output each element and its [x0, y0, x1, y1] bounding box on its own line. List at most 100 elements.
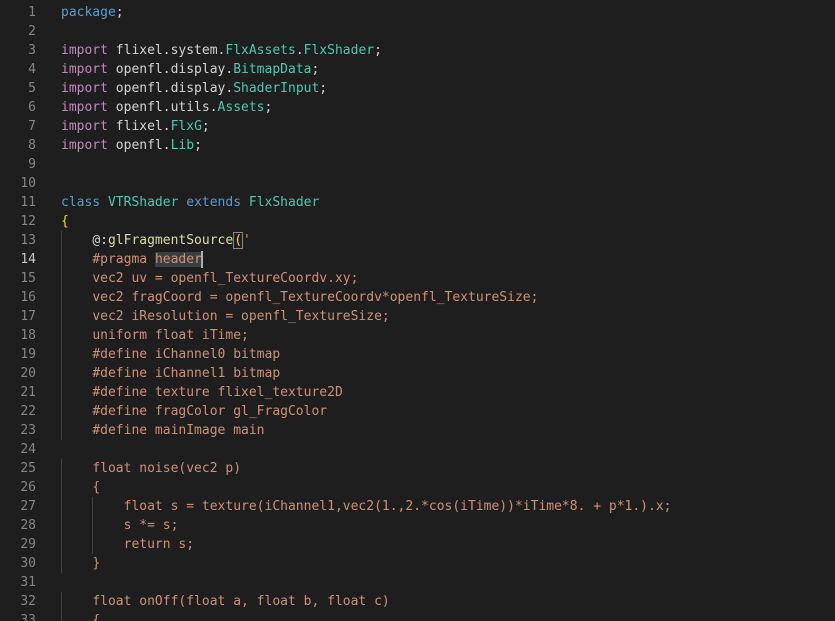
code-line[interactable]: 4 import openfl.display.BitmapData; — [0, 60, 835, 79]
code-line[interactable]: 14 #pragma header — [0, 250, 835, 269]
code-line[interactable]: 11 class VTRShader extends FlxShader — [0, 193, 835, 212]
code-line[interactable]: 32 float onOff(float a, float b, float c… — [0, 592, 835, 611]
code-line[interactable]: 26 { — [0, 478, 835, 497]
code-text: import openfl.display.ShaderInput; — [61, 79, 327, 98]
code-token: Assets — [217, 100, 265, 115]
code-token: vec2 iResolution = openfl_TextureSize; — [92, 309, 390, 324]
code-line[interactable]: 31 — [0, 573, 835, 592]
code-token: flixel. — [107, 119, 171, 134]
code-line[interactable]: 7 import flixel.FlxG; — [0, 117, 835, 136]
code-token: ; — [319, 81, 328, 96]
code-token: vec2 fragCoord = openfl_TextureCoordv*op… — [92, 290, 539, 305]
code-line[interactable]: 5 import openfl.display.ShaderInput; — [0, 79, 835, 98]
code-token: ShaderInput — [233, 81, 320, 96]
code-line[interactable]: 18 uniform float iTime; — [0, 326, 835, 345]
line-number: 5 — [28, 81, 36, 96]
code-line[interactable]: 12 { — [0, 212, 835, 231]
code-text: return s; — [61, 535, 194, 554]
code-line[interactable]: 30 } — [0, 554, 835, 573]
code-token: FlxShader — [248, 195, 320, 210]
code-text: vec2 uv = openfl_TextureCoordv.xy; — [61, 269, 358, 288]
code-line[interactable]: 22 #define fragColor gl_FragColor — [0, 402, 835, 421]
code-text: vec2 fragCoord = openfl_TextureCoordv*op… — [61, 288, 538, 307]
code-text: #define texture flixel_texture2D — [61, 383, 342, 402]
code-token: BitmapData — [233, 62, 312, 77]
code-line[interactable]: 33 { — [0, 611, 835, 621]
code-token: #define iChannel0 bitmap — [92, 347, 281, 362]
code-token: . — [295, 43, 304, 58]
code-line[interactable]: 8 import openfl.Lib; — [0, 136, 835, 155]
code-token: header — [154, 252, 202, 267]
code-line[interactable]: 13 @:glFragmentSource(' — [0, 231, 835, 250]
line-number: 17 — [20, 309, 36, 324]
code-token: vec2 uv = openfl_TextureCoordv.xy; — [92, 271, 359, 286]
code-token: openfl. — [107, 138, 171, 153]
code-line[interactable]: 23 #define mainImage main — [0, 421, 835, 440]
code-token: package — [61, 5, 116, 20]
code-text: uniform float iTime; — [61, 326, 249, 345]
code-token: float s = texture(iChannel1,vec2(1.,2.*c… — [123, 499, 672, 514]
code-token: { — [92, 480, 101, 495]
code-line[interactable]: 17 vec2 iResolution = openfl_TextureSize… — [0, 307, 835, 326]
code-token: ; — [201, 119, 210, 134]
line-number: 9 — [28, 157, 36, 172]
code-token: import — [61, 81, 108, 96]
code-token: import — [61, 119, 108, 134]
code-line[interactable]: 6 import openfl.utils.Assets; — [0, 98, 835, 117]
code-line[interactable]: 27 float s = texture(iChannel1,vec2(1.,2… — [0, 497, 835, 516]
code-token: openfl.display. — [107, 81, 234, 96]
code-text: import flixel.system.FlxAssets.FlxShader… — [61, 41, 382, 60]
code-token: glFragmentSource — [107, 233, 234, 248]
code-line[interactable]: 9 — [0, 155, 835, 174]
code-token: flixel.system. — [107, 43, 226, 58]
code-line[interactable]: 10 — [0, 174, 835, 193]
code-text: float s = texture(iChannel1,vec2(1.,2.*c… — [61, 497, 672, 516]
code-line[interactable]: 28 s *= s; — [0, 516, 835, 535]
code-token: { — [92, 613, 101, 621]
code-token: @: — [92, 233, 108, 248]
line-number: 32 — [20, 594, 36, 609]
code-token: import — [61, 100, 108, 115]
code-token: s *= s; — [123, 518, 179, 533]
code-text: } — [61, 554, 100, 573]
code-token: Lib — [170, 138, 195, 153]
code-line[interactable]: 24 — [0, 440, 835, 459]
line-number: 19 — [20, 347, 36, 362]
code-text: #define mainImage main — [61, 421, 265, 440]
line-number: 23 — [20, 423, 36, 438]
code-editor[interactable]: 1 package; 2 3 import flixel.system.FlxAsset… — [0, 0, 835, 621]
code-token: ' — [243, 233, 251, 248]
code-text: s *= s; — [61, 516, 179, 535]
code-text: @:glFragmentSource(' — [61, 231, 251, 250]
code-line[interactable]: 16 vec2 fragCoord = openfl_TextureCoordv… — [0, 288, 835, 307]
code-line[interactable]: 20 #define iChannel1 bitmap — [0, 364, 835, 383]
code-line[interactable]: 1 package; — [0, 3, 835, 22]
code-text: { — [61, 212, 69, 231]
code-line[interactable]: 29 return s; — [0, 535, 835, 554]
line-number: 11 — [20, 195, 36, 210]
line-number: 4 — [28, 62, 36, 77]
code-line[interactable]: 2 — [0, 22, 835, 41]
line-number: 20 — [20, 366, 36, 381]
code-token: } — [92, 556, 101, 571]
line-number: 29 — [20, 537, 36, 552]
code-line[interactable]: 25 float noise(vec2 p) — [0, 459, 835, 478]
code-line[interactable]: 21 #define texture flixel_texture2D — [0, 383, 835, 402]
code-line[interactable]: 3 import flixel.system.FlxAssets.FlxShade… — [0, 41, 835, 60]
line-number: 14 — [20, 252, 36, 267]
code-line[interactable]: 19 #define iChannel0 bitmap — [0, 345, 835, 364]
code-token: #define mainImage main — [92, 423, 265, 438]
code-line[interactable]: 15 vec2 uv = openfl_TextureCoordv.xy; — [0, 269, 835, 288]
